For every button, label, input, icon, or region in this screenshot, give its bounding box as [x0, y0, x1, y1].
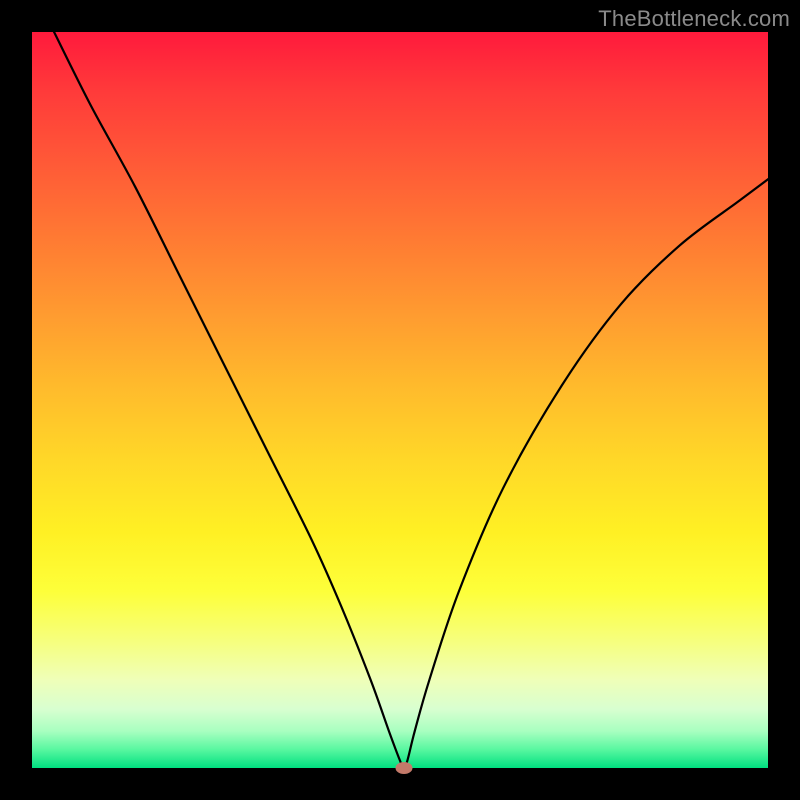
- optimal-point-marker: [395, 762, 412, 774]
- watermark-text: TheBottleneck.com: [598, 6, 790, 32]
- bottleneck-curve: [54, 32, 768, 768]
- curve-svg: [32, 32, 768, 768]
- outer-frame: TheBottleneck.com: [0, 0, 800, 800]
- plot-area: [32, 32, 768, 768]
